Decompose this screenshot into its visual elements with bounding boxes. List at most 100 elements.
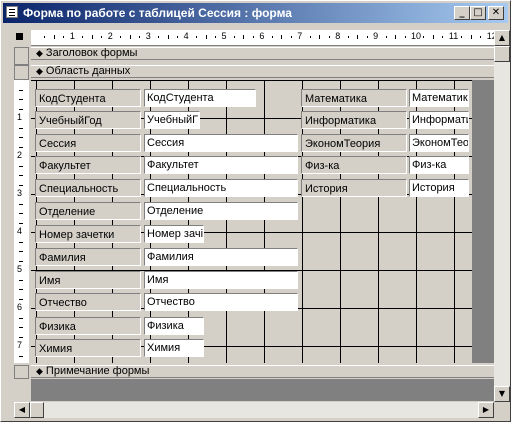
field-textbox[interactable]: Физ-ка [409,156,469,174]
ruler-tick [120,36,122,38]
form-footer-area [31,379,494,401]
scroll-down-button[interactable]: ▼ [494,386,510,402]
field-textbox[interactable]: Физика [144,317,204,335]
horizontal-scrollbar[interactable]: ◀ ▶ [14,402,494,418]
ruler-number: 7 [297,31,303,41]
form-footer-label: Примечание формы [45,365,150,377]
vertical-ruler[interactable]: 1 2 3 4 5 6 7 [14,80,29,363]
field-textbox[interactable]: Химия [144,339,204,357]
title-bar[interactable]: Форма по работе с таблицей Сессия : форм… [3,3,508,23]
field-label[interactable]: Номер зачетки [35,225,141,243]
ruler-tick [19,127,23,129]
field-textbox[interactable]: ЭкономТео [409,134,469,152]
ruler-tick [19,327,23,328]
field-label[interactable]: Химия [35,339,141,357]
ruler-tick [243,35,245,39]
ruler-tick [347,36,349,38]
ruler-number: 3 [17,188,23,198]
horizontal-scroll-thumb[interactable] [30,402,44,418]
form-header-bar[interactable]: ◆ Заголовок формы [31,47,494,60]
field-textbox[interactable]: УчебныйГ [144,111,200,129]
horizontal-scroll-track[interactable] [44,402,478,418]
field-label[interactable]: Имя [35,271,141,289]
field-label[interactable]: Специальность [35,179,141,197]
field-label[interactable]: Физика [35,317,141,335]
field-label[interactable]: УчебныйГод [35,111,141,129]
ruler-tick [404,36,406,38]
ruler-tick [177,36,179,38]
ruler-tick [281,35,283,39]
ruler-number: 4 [183,31,189,41]
ruler-tick [328,36,330,38]
form-footer-bar[interactable]: ◆ Примечание формы [31,365,494,378]
field-textbox[interactable]: Информати [409,111,469,129]
ruler-tick [385,36,387,38]
ruler-tick [319,35,321,39]
scroll-left-button[interactable]: ◀ [14,402,30,418]
ruler-tick [19,108,23,110]
maximize-button[interactable]: □ [470,6,486,20]
field-textbox[interactable]: КодСтудента [144,89,256,107]
minimize-button[interactable]: _ [454,6,470,20]
ruler-number: 5 [17,264,23,274]
ruler-tick [19,213,23,214]
ruler-tick [19,165,23,167]
ruler-number: 3 [145,31,151,41]
ruler-tick [19,241,23,243]
field-label[interactable]: КодСтудента [35,89,141,107]
ruler-number: 2 [107,31,113,41]
ruler-number: 8 [335,31,341,41]
scroll-up-button[interactable]: ▲ [494,30,510,46]
field-textbox[interactable]: Номер зачі [144,225,204,243]
vertical-scrollbar[interactable]: ▲ ▼ [494,30,510,402]
ruler-tick [158,36,160,38]
field-textbox[interactable]: Отчество [144,293,298,311]
ruler-number: 10 [411,31,422,41]
ruler-number: 5 [221,31,227,41]
ruler-tick [366,36,368,38]
field-label[interactable]: Физ-ка [301,156,407,174]
field-label[interactable]: Факультет [35,156,141,174]
field-label[interactable]: Сессия [35,134,141,152]
close-button[interactable]: ✕ [488,6,504,20]
horizontal-ruler[interactable]: 123456789101112 [31,30,494,46]
field-label[interactable]: История [301,179,407,197]
field-textbox[interactable]: Специальность [144,179,298,197]
field-label[interactable]: Математика [301,89,407,107]
form-selector[interactable] [13,30,27,44]
field-label[interactable]: Отчество [35,293,141,311]
field-textbox[interactable]: Отделение [144,202,298,220]
field-textbox[interactable]: Факультет [144,156,298,174]
field-label[interactable]: ЭкономТеория [301,134,407,152]
field-textbox[interactable]: Имя [144,271,298,289]
ruler-tick [63,36,65,38]
ruler-tick [19,298,23,300]
window-title: Форма по работе с таблицей Сессия : форм… [23,6,292,20]
ruler-number: 4 [17,226,23,236]
ruler-tick [252,36,254,38]
field-textbox[interactable]: Фамилия [144,248,298,266]
ruler-tick [423,36,425,38]
scroll-right-button[interactable]: ▶ [478,402,494,418]
ruler-tick [395,35,397,39]
field-textbox[interactable]: История [409,179,469,197]
ruler-tick [432,35,434,39]
header-ruler-segment [14,47,29,65]
vertical-scroll-thumb[interactable] [494,46,510,62]
ruler-tick [290,36,292,38]
field-label[interactable]: Фамилия [35,248,141,266]
size-grip[interactable] [494,402,510,418]
ruler-tick [19,184,23,186]
field-label[interactable]: Информатика [301,111,407,129]
detail-section-bar[interactable]: ◆ Область данных [31,65,494,78]
ruler-number: 1 [17,112,23,122]
field-label[interactable]: Отделение [35,202,141,220]
footer-ruler-segment [14,365,29,379]
ruler-tick [19,279,23,281]
field-textbox[interactable]: Математик [409,89,469,107]
detail-empty-area [472,80,494,363]
ruler-tick [19,317,23,319]
field-textbox[interactable]: Сессия [144,134,298,152]
ruler-tick [19,336,23,338]
ruler-tick [470,35,472,39]
